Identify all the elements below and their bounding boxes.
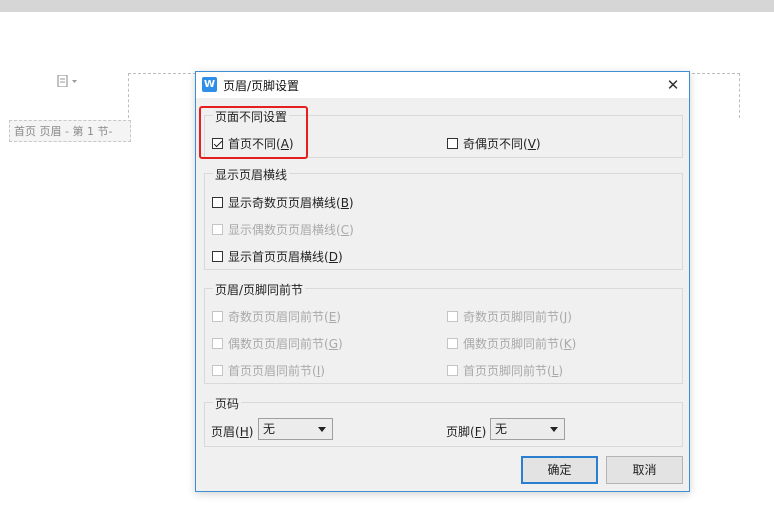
checkbox-box[interactable] <box>212 311 223 322</box>
group-page-number-label: 页码 <box>213 395 242 412</box>
header-page-number-select[interactable]: 无 <box>258 418 333 440</box>
header-page-number-label: 页眉(H) <box>211 425 254 439</box>
first-page-different-checkbox[interactable]: 首页不同(A) <box>212 135 294 152</box>
group-different-pages: 页面不同设置 首页不同(A) 奇偶页不同(V) <box>204 108 683 158</box>
group-same-prev-label: 页眉/页脚同前节 <box>213 281 306 298</box>
chevron-down-icon[interactable] <box>318 427 326 432</box>
dialog-titlebar: W 页眉/页脚设置 ✕ <box>196 72 689 98</box>
show-odd-header-line-checkbox[interactable]: 显示奇数页页眉横线(B) <box>212 194 354 211</box>
group-lines-label: 显示页眉横线 <box>213 166 290 183</box>
wps-logo-icon: W <box>202 77 217 92</box>
group-header-lines: 显示页眉横线 显示奇数页页眉横线(B) 显示偶数页页眉横线(C) 显示首页页眉横… <box>204 166 683 270</box>
checkbox-box[interactable] <box>447 138 458 149</box>
group-same-as-previous: 页眉/页脚同前节 奇数页页眉同前节(E) 偶数页页眉同前节(G) 首页页眉同前节… <box>204 281 683 384</box>
odd-footer-same-prev-checkbox[interactable]: 奇数页页脚同前节(J) <box>447 308 572 325</box>
checkbox-box[interactable] <box>212 138 223 149</box>
chevron-down-icon[interactable] <box>550 427 558 432</box>
first-footer-same-prev-checkbox[interactable]: 首页页脚同前节(L) <box>447 362 563 379</box>
checkbox-box[interactable] <box>212 365 223 376</box>
show-first-header-line-checkbox[interactable]: 显示首页页眉横线(D) <box>212 248 343 265</box>
ok-button[interactable]: 确定 <box>521 456 598 484</box>
even-header-same-prev-checkbox[interactable]: 偶数页页眉同前节(G) <box>212 335 343 352</box>
odd-even-different-checkbox[interactable]: 奇偶页不同(V) <box>447 135 541 152</box>
header-footer-settings-dialog: W 页眉/页脚设置 ✕ 页面不同设置 首页不同(A) 奇偶页不同(V) 显示页眉… <box>195 71 690 492</box>
document-dropdown-icon[interactable] <box>57 75 77 89</box>
checkbox-box[interactable] <box>447 338 458 349</box>
top-bar <box>0 0 774 12</box>
first-header-same-prev-checkbox[interactable]: 首页页眉同前节(I) <box>212 362 325 379</box>
header-section-tag: 首页 页眉 - 第 1 节- <box>9 120 131 142</box>
checkbox-box[interactable] <box>212 224 223 235</box>
dialog-title: 页眉/页脚设置 <box>223 79 300 93</box>
footer-page-number-label: 页脚(F) <box>446 425 487 439</box>
group-different-label: 页面不同设置 <box>213 108 290 125</box>
cancel-button[interactable]: 取消 <box>606 456 683 484</box>
checkbox-box[interactable] <box>212 197 223 208</box>
checkbox-box[interactable] <box>447 365 458 376</box>
even-footer-same-prev-checkbox[interactable]: 偶数页页脚同前节(K) <box>447 335 576 352</box>
checkbox-box[interactable] <box>447 311 458 322</box>
checkbox-box[interactable] <box>212 338 223 349</box>
footer-page-number-select[interactable]: 无 <box>490 418 565 440</box>
odd-header-same-prev-checkbox[interactable]: 奇数页页眉同前节(E) <box>212 308 341 325</box>
checkbox-box[interactable] <box>212 251 223 262</box>
show-even-header-line-checkbox[interactable]: 显示偶数页页眉横线(C) <box>212 221 354 238</box>
close-icon[interactable]: ✕ <box>663 75 683 95</box>
